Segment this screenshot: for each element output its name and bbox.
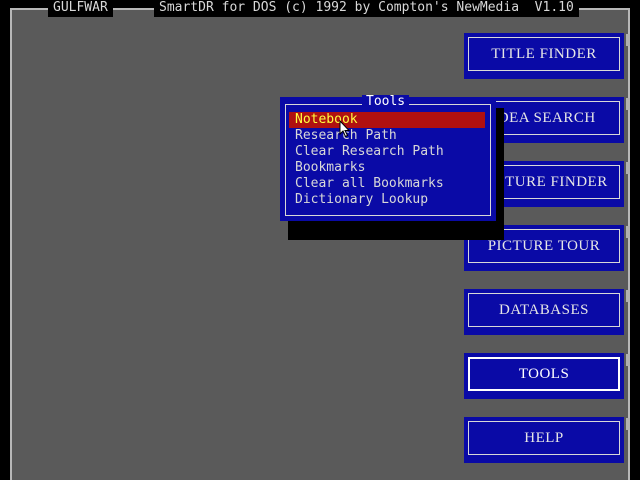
button-shadow [626,418,630,430]
tools-label: TOOLS [468,357,620,391]
databases-button[interactable]: DATABASES [464,289,624,335]
title-finder-button[interactable]: TITLE FINDER [464,33,624,79]
menu-item-clear-all-bookmarks[interactable]: Clear all Bookmarks [289,176,485,192]
button-shadow [626,162,630,174]
help-button[interactable]: HELP [464,417,624,463]
title-bar: GULFWAR SmartDR for DOS (c) 1992 by Comp… [0,0,640,18]
menu-item-notebook[interactable]: Notebook [289,112,485,128]
button-shadow [626,34,630,46]
tools-menu-title: Tools [362,95,410,109]
menu-item-bookmarks[interactable]: Bookmarks [289,160,485,176]
title-finder-label: TITLE FINDER [468,37,620,71]
menu-item-research-path[interactable]: Research Path [289,128,485,144]
dos-screen: GULFWAR SmartDR for DOS (c) 1992 by Comp… [0,0,640,480]
button-shadow [626,226,630,238]
menu-item-clear-research-path[interactable]: Clear Research Path [289,144,485,160]
databases-label: DATABASES [468,293,620,327]
menu-item-dictionary-lookup[interactable]: Dictionary Lookup [289,192,485,208]
window-title: SmartDR for DOS (c) 1992 by Compton's Ne… [154,0,579,17]
tools-menu: Tools Notebook Research Path Clear Resea… [280,95,496,221]
help-label: HELP [468,421,620,455]
app-name: GULFWAR [48,0,113,17]
button-shadow [626,98,630,110]
mouse-pointer-icon [339,120,351,138]
tools-button[interactable]: TOOLS [464,353,624,399]
button-shadow [626,290,630,302]
button-shadow [626,354,630,366]
